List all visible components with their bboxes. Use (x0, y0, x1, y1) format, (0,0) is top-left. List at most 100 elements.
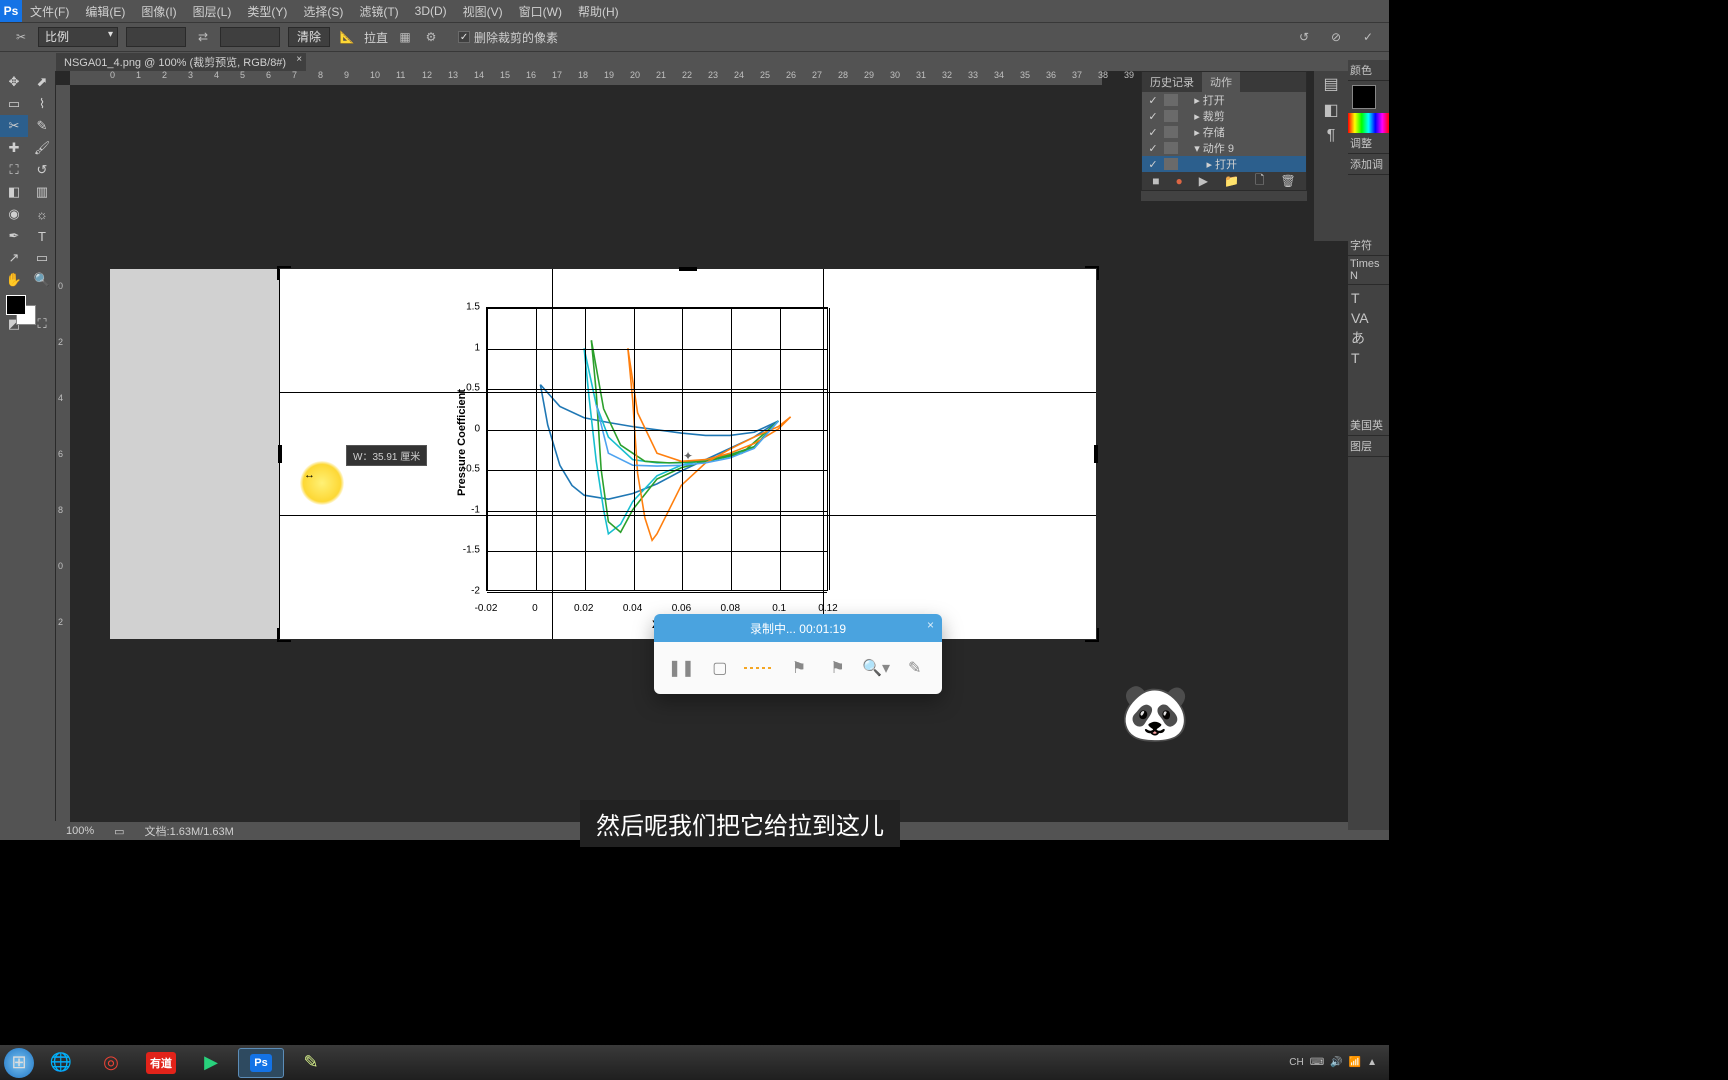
swap-dimensions-icon[interactable]: ⇄ (194, 28, 212, 46)
tray-network-icon[interactable]: 📶 (1349, 1057, 1361, 1068)
record-action-icon[interactable]: ● (1175, 174, 1182, 188)
color-swatches[interactable] (0, 291, 56, 329)
tray-lang[interactable]: CH (1289, 1057, 1303, 1068)
move-tool[interactable]: ✥ (0, 71, 28, 93)
lasso-tool[interactable]: ⌇ (28, 93, 56, 115)
blur-tool[interactable]: ◉ (0, 203, 28, 225)
action-row[interactable]: ✓ ▸ 打开 (1142, 92, 1306, 108)
action-row[interactable]: ✓ ▸ 打开 (1142, 156, 1306, 172)
close-tab-icon[interactable]: × (296, 54, 302, 65)
history-panel-tab[interactable]: 历史记录 (1142, 72, 1202, 92)
taskbar-youdao[interactable]: 有道 (138, 1048, 184, 1078)
taskbar-media[interactable]: ▶ (188, 1048, 234, 1078)
new-set-icon[interactable]: 📁 (1224, 174, 1239, 188)
language-field[interactable]: 美国英 (1348, 415, 1389, 436)
crop-handle-br[interactable] (1085, 628, 1099, 642)
menu-file[interactable]: 文件(F) (22, 3, 77, 20)
color-ramp[interactable] (1348, 113, 1389, 133)
shape-tool[interactable]: ▭ (28, 247, 56, 269)
recorder-zoom-icon[interactable]: 🔍▾ (862, 654, 890, 682)
recorder-close-icon[interactable]: × (927, 618, 934, 632)
healing-tool[interactable]: ✚ (0, 137, 28, 159)
pen-tool[interactable]: ✒ (0, 225, 28, 247)
adjustments-panel-tab[interactable]: 调整 (1348, 133, 1389, 154)
brush-tool[interactable]: 🖌 (28, 137, 56, 159)
history-brush-tool[interactable]: ↺ (28, 159, 56, 181)
tray-volume-icon[interactable]: 🔊 (1330, 1057, 1342, 1068)
delete-pixels-checkbox[interactable]: ✓ 删除裁剪的像素 (458, 29, 558, 46)
new-action-icon[interactable]: 🗋 (1255, 171, 1265, 192)
action-row[interactable]: ✓ ▸ 存储 (1142, 124, 1306, 140)
artboard-tool[interactable]: ⬈ (28, 71, 56, 93)
reset-crop-icon[interactable]: ↺ (1295, 28, 1313, 46)
font-name-field[interactable]: Times N (1348, 256, 1389, 285)
vertical-ruler[interactable]: 0246802 (56, 85, 70, 822)
tray-overflow-icon[interactable]: ▲ (1367, 1057, 1377, 1068)
zoom-level[interactable]: 100% (66, 825, 94, 837)
crop-tool[interactable]: ✂ (0, 115, 28, 137)
system-tray[interactable]: CH ⌨ 🔊 📶 ▲ (1289, 1057, 1385, 1068)
menu-edit[interactable]: 编辑(E) (77, 3, 133, 20)
screen-mode-icon[interactable]: ▭ (114, 825, 124, 838)
stop-action-icon[interactable]: ■ (1152, 174, 1159, 188)
overlay-grid-icon[interactable]: ▦ (396, 28, 414, 46)
crop-width-field[interactable] (126, 27, 186, 47)
crop-handle-l[interactable] (278, 445, 282, 463)
screen-recorder-overlay[interactable]: 录制中... 00:01:19 × ❚❚ ▢ ⚑ ⚑ 🔍▾ ✎ (654, 614, 942, 694)
color-swatch[interactable] (1352, 85, 1376, 109)
menu-image[interactable]: 图像(I) (133, 3, 184, 20)
eraser-tool[interactable]: ◧ (0, 181, 28, 203)
menu-select[interactable]: 选择(S) (295, 3, 351, 20)
recorder-pause-icon[interactable]: ❚❚ (667, 654, 695, 682)
menu-3d[interactable]: 3D(D) (407, 4, 455, 18)
crop-height-field[interactable] (220, 27, 280, 47)
stamp-tool[interactable]: ⛶ (0, 159, 28, 181)
dodge-tool[interactable]: ☼ (28, 203, 56, 225)
action-row[interactable]: ✓ ▾ 动作 9 (1142, 140, 1306, 156)
taskbar-notes[interactable]: ✎ (288, 1048, 334, 1078)
color-panel-tab[interactable]: 颜色 (1348, 60, 1389, 81)
crop-handle-t[interactable] (679, 267, 697, 271)
panel-icon-2[interactable]: ◧ (1314, 97, 1348, 123)
marquee-tool[interactable]: ▭ (0, 93, 28, 115)
panel-icon-3[interactable]: ¶ (1314, 123, 1348, 149)
layers-panel-tab[interactable]: 图层 (1348, 436, 1389, 457)
foreground-swatch[interactable] (6, 295, 26, 315)
crop-tool-icon[interactable]: ✂ (12, 28, 30, 46)
crop-handle-tr[interactable] (1085, 266, 1099, 280)
crop-options-gear-icon[interactable]: ⚙ (422, 28, 440, 46)
crop-handle-bl[interactable] (277, 628, 291, 642)
clear-button[interactable]: 清除 (288, 27, 330, 47)
recorder-annotate-icon[interactable]: ✎ (901, 654, 929, 682)
taskbar-photoshop[interactable]: Ps (238, 1048, 284, 1078)
path-tool[interactable]: ↗ (0, 247, 28, 269)
eyedropper-tool[interactable]: ✎ (28, 115, 56, 137)
crop-handle-r[interactable] (1094, 445, 1098, 463)
recorder-title-bar[interactable]: 录制中... 00:01:19 × (654, 614, 942, 642)
taskbar-maxthon[interactable]: 🌐 (38, 1048, 84, 1078)
document-size-info[interactable]: 文档:1.63M/1.63M (145, 823, 234, 839)
type-tool[interactable]: T (28, 225, 56, 247)
actions-panel-tab[interactable]: 动作 (1202, 72, 1240, 92)
action-row[interactable]: ✓ ▸ 裁剪 (1142, 108, 1306, 124)
tray-ime-icon[interactable]: ⌨ (1310, 1057, 1324, 1068)
horizontal-ruler[interactable]: 0123456789101112131415161718192021222324… (70, 71, 1102, 85)
commit-crop-icon[interactable]: ✓ (1359, 28, 1377, 46)
recorder-stop-icon[interactable]: ▢ (706, 654, 734, 682)
menu-help[interactable]: 帮助(H) (570, 3, 627, 20)
character-options[interactable]: TVAあT (1348, 285, 1389, 415)
play-action-icon[interactable]: ▶ (1199, 174, 1208, 188)
panel-icon-1[interactable]: ▤ (1314, 71, 1348, 97)
character-panel-tab[interactable]: 字符 (1348, 235, 1389, 256)
delete-action-icon[interactable]: 🗑 (1281, 174, 1296, 188)
gradient-tool[interactable]: ▥ (28, 181, 56, 203)
recorder-flag1-icon[interactable]: ⚑ (785, 654, 813, 682)
start-button[interactable]: ⊞ (4, 1048, 34, 1078)
document-tab[interactable]: NSGA01_4.png @ 100% (裁剪预览, RGB/8#) × (56, 53, 306, 71)
cancel-crop-icon[interactable]: ⊘ (1327, 28, 1345, 46)
menu-layer[interactable]: 图层(L) (185, 3, 240, 20)
aspect-ratio-dropdown[interactable]: 比例 (38, 27, 118, 47)
hand-tool[interactable]: ✋ (0, 269, 28, 291)
recorder-flag2-icon[interactable]: ⚑ (824, 654, 852, 682)
menu-type[interactable]: 类型(Y) (239, 3, 295, 20)
